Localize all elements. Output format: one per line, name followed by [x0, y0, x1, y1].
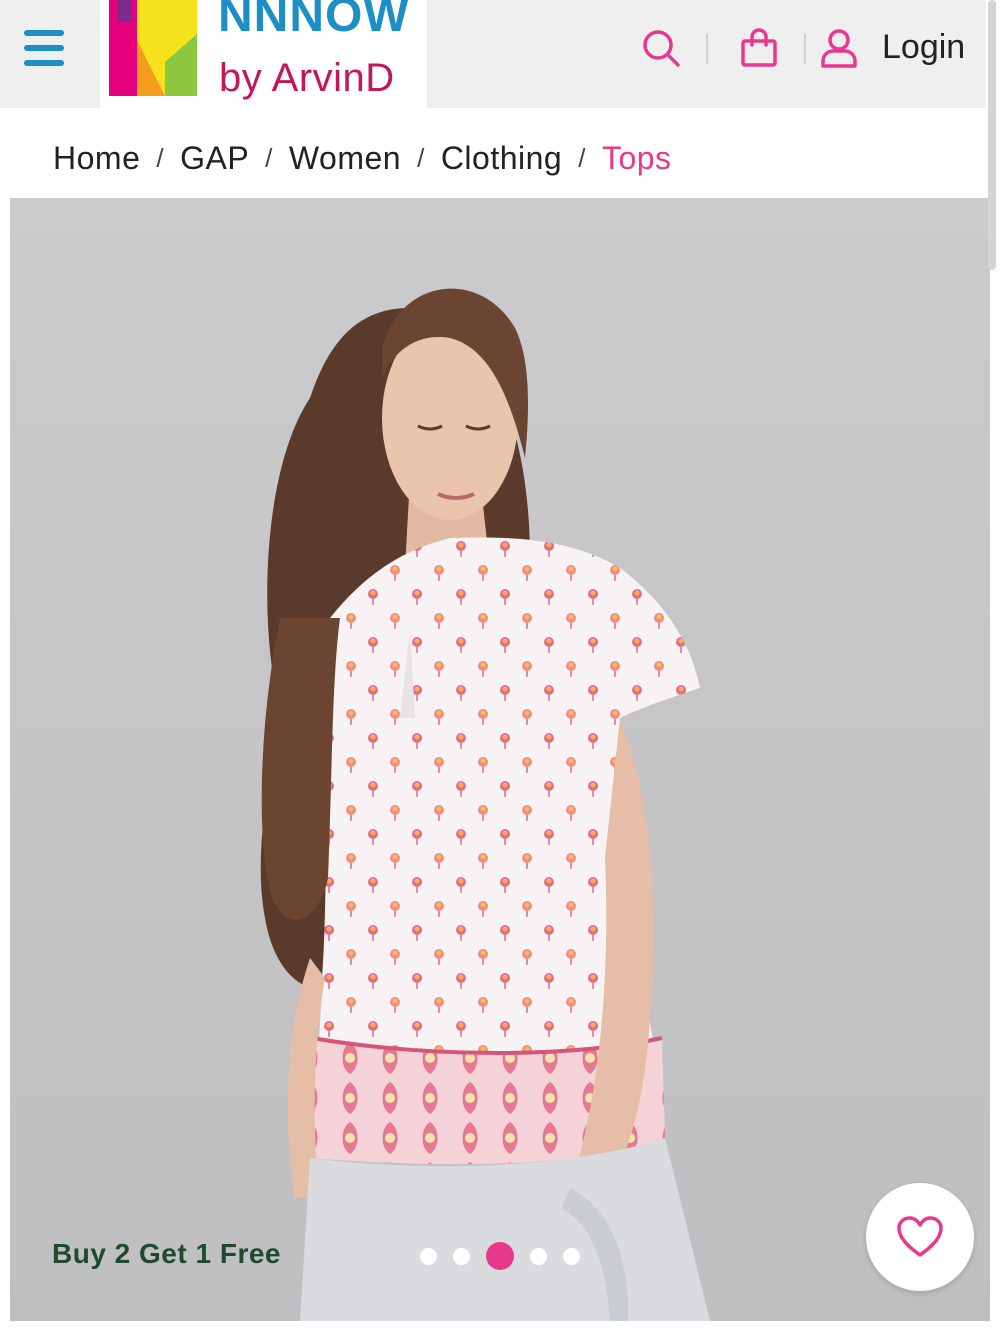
menu-icon[interactable] [24, 30, 64, 66]
bag-icon[interactable] [738, 27, 780, 69]
carousel-dot-4[interactable] [530, 1247, 547, 1265]
product-photo [10, 198, 990, 1321]
carousel-pagination [420, 1242, 596, 1270]
breadcrumb-separator: / [417, 142, 425, 173]
carousel-dot-2[interactable] [453, 1247, 470, 1265]
carousel-dot-5[interactable] [563, 1247, 580, 1265]
breadcrumb-women[interactable]: Women [289, 140, 401, 177]
breadcrumb-tops[interactable]: Tops [602, 140, 672, 177]
logo-mark-icon [109, 0, 197, 96]
heart-icon [897, 1216, 943, 1257]
carousel-dot-1[interactable] [420, 1247, 437, 1265]
page-scrollbar[interactable] [988, 0, 996, 270]
wishlist-button[interactable] [866, 1183, 974, 1291]
logo-brand-bottom: by ArvinD [219, 56, 395, 100]
header-divider [804, 34, 806, 64]
header-divider [706, 34, 708, 64]
user-icon[interactable] [818, 27, 860, 69]
login-link[interactable]: Login [882, 28, 965, 67]
offer-text: Buy 2 Get 1 Free [52, 1238, 281, 1269]
carousel-dot-3[interactable] [486, 1242, 514, 1270]
breadcrumb-gap[interactable]: GAP [180, 140, 249, 177]
breadcrumb: Home / GAP / Women / Clothing / Tops [53, 136, 672, 180]
search-icon[interactable] [640, 27, 682, 69]
brand-logo[interactable]: NNNOW by ArvinD [100, 0, 427, 108]
breadcrumb-separator: / [578, 142, 586, 173]
logo-brand-top: NNNOW [218, 0, 410, 42]
breadcrumb-separator: / [156, 142, 165, 173]
breadcrumb-clothing[interactable]: Clothing [441, 140, 562, 177]
product-image-gallery[interactable] [10, 198, 990, 1321]
breadcrumb-home[interactable]: Home [53, 140, 140, 177]
app-header: NNNOW by ArvinD Login [0, 0, 986, 108]
breadcrumb-separator: / [265, 142, 273, 173]
